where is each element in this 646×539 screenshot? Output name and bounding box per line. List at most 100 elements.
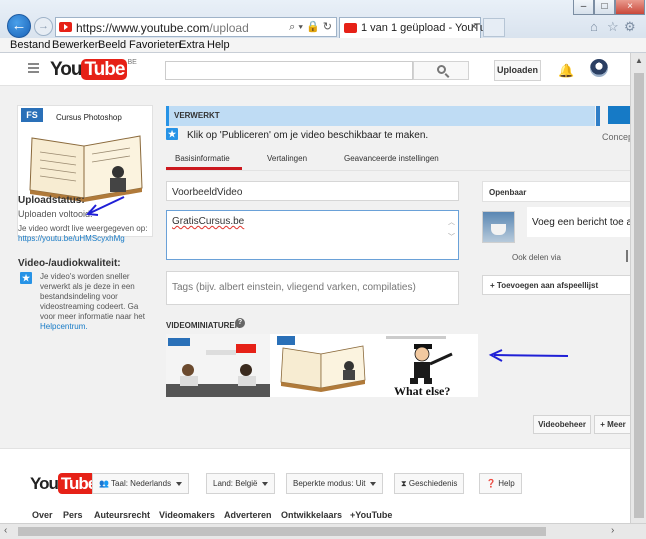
tab-translations[interactable]: Vertalingen (267, 154, 307, 163)
menu-bar: Bestand Bewerken Beeld Favorieten Extra … (0, 38, 646, 53)
description-field[interactable]: GratisCursus.be ︿ ﹀ (166, 210, 459, 260)
new-tab-button[interactable] (483, 18, 505, 37)
help-question-icon: ❓ (486, 479, 499, 488)
notifications-bell-icon[interactable]: 🔔 (558, 63, 574, 79)
vertical-scroll-thumb[interactable] (634, 73, 644, 518)
upload-status-heading: Uploadstatus: (18, 195, 85, 206)
page-viewport: You Tube BE Uploaden 🔔 FS Cursus Photoshop… (0, 53, 630, 523)
book-illustration (29, 135, 143, 202)
scroll-left-icon[interactable]: ‹ (4, 525, 7, 536)
footer-link[interactable]: Pers (63, 510, 83, 520)
footer-link[interactable]: Videomakers (159, 510, 215, 520)
tab-advanced-settings[interactable]: Geavanceerde instellingen (344, 154, 439, 163)
youtube-header: You Tube BE Uploaden 🔔 (0, 53, 630, 86)
description-scroll-arrows[interactable]: ︿ ﹀ (448, 215, 455, 245)
info-icon: ★ (20, 272, 32, 284)
avatar[interactable] (590, 59, 608, 77)
tabs-divider (166, 170, 630, 171)
tags-input[interactable]: Tags (bijv. albert einstein, vliegend va… (166, 271, 459, 305)
history-button[interactable]: ⧗ Geschiedenis (394, 473, 465, 494)
menu-item[interactable]: Bestand (10, 39, 50, 51)
live-info-text: Je video wordt live weergegeven op: (18, 224, 148, 233)
chevron-down-icon (262, 481, 269, 486)
chevron-down-icon (370, 481, 377, 486)
menu-hamburger-icon[interactable] (28, 63, 39, 75)
minimize-icon[interactable]: – (573, 0, 594, 15)
footer-link[interactable]: Adverteren (224, 510, 272, 520)
search-input[interactable] (165, 61, 413, 80)
maximize-icon[interactable]: □ (594, 0, 615, 15)
quality-text: Je video's worden sneller (40, 272, 130, 281)
restricted-mode-select[interactable]: Beperkte modus: Uit (286, 473, 384, 494)
home-icon[interactable]: ⌂ (590, 19, 598, 34)
more-button[interactable]: + Meer (594, 415, 630, 434)
upload-button[interactable]: Uploaden (494, 60, 541, 81)
concept-label: Concept (602, 132, 630, 142)
footer-link[interactable]: +YouTube (350, 510, 392, 520)
address-url: https://www.youtube.com/upload (76, 21, 249, 35)
browser-titlebar: ← → https://www.youtube.com/upload ⌕ ▾ 🔒… (0, 0, 646, 38)
share-divider (626, 250, 628, 262)
browser-tab[interactable]: 1 van 1 geüpload - YouTube × (339, 17, 498, 38)
menu-item[interactable]: Bewerken (52, 39, 101, 51)
video-link[interactable]: https://youtu.be/uHMScyxhMg (18, 234, 125, 243)
thumbnail-1[interactable] (166, 334, 270, 397)
thumbnail-3-caption: What else? (394, 384, 451, 398)
address-bar[interactable]: https://www.youtube.com/upload ⌕ ▾ 🔒 ↻ (55, 17, 337, 37)
add-to-playlist-button[interactable]: + Toevoegen aan afspeellijst (482, 275, 630, 295)
language-select[interactable]: 👥 Taal: Nederlands (92, 473, 190, 494)
preview-title: Cursus Photoshop (56, 113, 122, 122)
quality-heading: Video-/audiokwaliteit: (18, 258, 121, 269)
help-button[interactable]: ❓ Help (479, 473, 522, 494)
forward-arrow-icon[interactable]: → (34, 17, 53, 36)
close-tab-icon[interactable]: × (471, 21, 477, 33)
channel-badge: FS (21, 108, 43, 122)
privacy-select[interactable]: Openbaar (482, 181, 630, 202)
hourglass-icon: ⧗ (401, 479, 409, 488)
vertical-scrollbar[interactable]: ▲ (630, 53, 646, 523)
quality-text: verwerkt als je deze in een (40, 282, 135, 291)
share-thumbnail (482, 211, 515, 243)
help-question-icon[interactable]: ? (235, 318, 245, 328)
scroll-up-icon[interactable]: ▲ (635, 56, 643, 65)
favorites-star-icon[interactable]: ☆ (607, 19, 619, 35)
processing-status-bar: VERWERKT (166, 106, 595, 126)
address-tools-icons[interactable]: ⌕ ▾ 🔒 ↻ (289, 20, 332, 34)
search-button[interactable] (413, 61, 469, 80)
horizontal-scroll-thumb[interactable] (18, 527, 546, 536)
footer-link[interactable]: Auteursrecht (94, 510, 150, 520)
footer-youtube-logo[interactable]: You Tube (30, 473, 100, 494)
settings-gear-icon[interactable]: ⚙ (624, 19, 636, 35)
thumbnail-2[interactable] (275, 334, 370, 397)
back-arrow-icon[interactable]: ← (7, 14, 31, 38)
country-select[interactable]: Land: België (206, 473, 276, 494)
video-manager-button[interactable]: Videobeheer (533, 415, 591, 434)
menu-item[interactable]: Extra (179, 39, 205, 51)
language-icon: 👥 (99, 479, 112, 488)
upload-status-text: Uploaden voltooid. (18, 209, 93, 219)
youtube-favicon-icon (344, 23, 357, 33)
search-icon (436, 65, 446, 74)
info-icon: ★ (166, 128, 178, 140)
menu-item[interactable]: Help (207, 39, 230, 51)
quality-text: videostreaming codeert. Ga (40, 302, 139, 311)
youtube-favicon-icon (59, 22, 72, 32)
menu-item[interactable]: Favorieten (129, 39, 181, 51)
footer-link[interactable]: Over (32, 510, 53, 520)
scroll-right-icon[interactable]: › (611, 525, 614, 536)
also-share-label: Ook delen via (512, 253, 561, 262)
tab-title: 1 van 1 geüpload - YouTube (361, 22, 499, 34)
horizontal-scrollbar[interactable]: ‹ › (0, 523, 646, 539)
youtube-logo[interactable]: You Tube BE (50, 59, 137, 80)
tab-basic-info[interactable]: Basisinformatie (175, 154, 230, 163)
footer-link[interactable]: Ontwikkelaars (281, 510, 342, 520)
close-window-icon[interactable]: × (615, 0, 645, 15)
title-field[interactable]: VoorbeeldVideo (166, 181, 459, 201)
help-center-link[interactable]: Helpcentrum. (40, 322, 88, 331)
annotation-arrow-icon (85, 196, 125, 216)
quality-text: voor meer informatie naar het (40, 312, 145, 321)
menu-item[interactable]: Beeld (98, 39, 126, 51)
progress-marker (596, 106, 600, 126)
publish-button[interactable] (608, 106, 630, 124)
youtube-footer: You Tube 👥 Taal: Nederlands Land: België … (0, 448, 630, 523)
